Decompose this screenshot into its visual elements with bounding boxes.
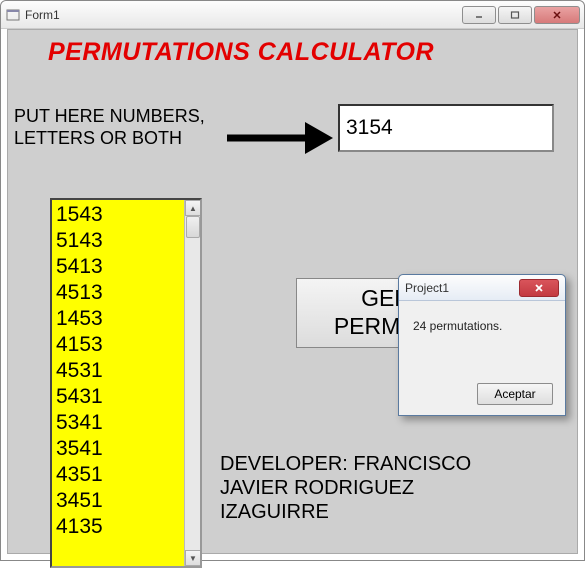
main-titlebar: Form1 bbox=[1, 1, 584, 29]
listbox-content: 1543514354134513145341534531543153413541… bbox=[52, 200, 186, 566]
list-item[interactable]: 5413 bbox=[56, 254, 182, 280]
list-item[interactable]: 4531 bbox=[56, 358, 182, 384]
dialog-titlebar: Project1 bbox=[399, 275, 565, 301]
list-item[interactable]: 5143 bbox=[56, 228, 182, 254]
list-item[interactable]: 4153 bbox=[56, 332, 182, 358]
app-icon bbox=[5, 8, 21, 22]
dialog-close-button[interactable] bbox=[519, 279, 559, 297]
permutation-input[interactable] bbox=[338, 104, 554, 152]
input-prompt: PUT HERE NUMBERS, LETTERS OR BOTH bbox=[14, 106, 205, 149]
list-item[interactable]: 4135 bbox=[56, 514, 182, 540]
list-item[interactable]: 4351 bbox=[56, 462, 182, 488]
dialog-title: Project1 bbox=[405, 281, 449, 295]
list-item[interactable]: 4513 bbox=[56, 280, 182, 306]
message-dialog: Project1 24 permutations. Aceptar bbox=[398, 274, 566, 416]
arrow-icon bbox=[223, 118, 333, 158]
close-button[interactable] bbox=[534, 6, 580, 24]
list-item[interactable]: 5341 bbox=[56, 410, 182, 436]
developer-credit: DEVELOPER: FRANCISCO JAVIER RODRIGUEZ IZ… bbox=[220, 452, 471, 524]
list-item[interactable]: 3541 bbox=[56, 436, 182, 462]
results-listbox[interactable]: 1543514354134513145341534531543153413541… bbox=[50, 198, 202, 568]
dialog-accept-button[interactable]: Aceptar bbox=[477, 383, 553, 405]
dialog-button-row: Aceptar bbox=[477, 383, 553, 405]
list-item[interactable]: 1543 bbox=[56, 202, 182, 228]
list-item[interactable]: 1453 bbox=[56, 306, 182, 332]
scroll-up-icon[interactable]: ▲ bbox=[185, 200, 201, 216]
scroll-thumb[interactable] bbox=[186, 216, 200, 238]
listbox-scrollbar[interactable]: ▲ ▼ bbox=[184, 200, 200, 566]
dialog-message: 24 permutations. bbox=[399, 301, 565, 339]
page-title: PERMUTATIONS CALCULATOR bbox=[48, 38, 434, 67]
main-window-title: Form1 bbox=[25, 8, 60, 22]
minimize-button[interactable] bbox=[462, 6, 496, 24]
window-controls bbox=[462, 6, 580, 24]
list-item[interactable]: 3451 bbox=[56, 488, 182, 514]
scroll-down-icon[interactable]: ▼ bbox=[185, 550, 201, 566]
maximize-button[interactable] bbox=[498, 6, 532, 24]
list-item[interactable]: 5431 bbox=[56, 384, 182, 410]
